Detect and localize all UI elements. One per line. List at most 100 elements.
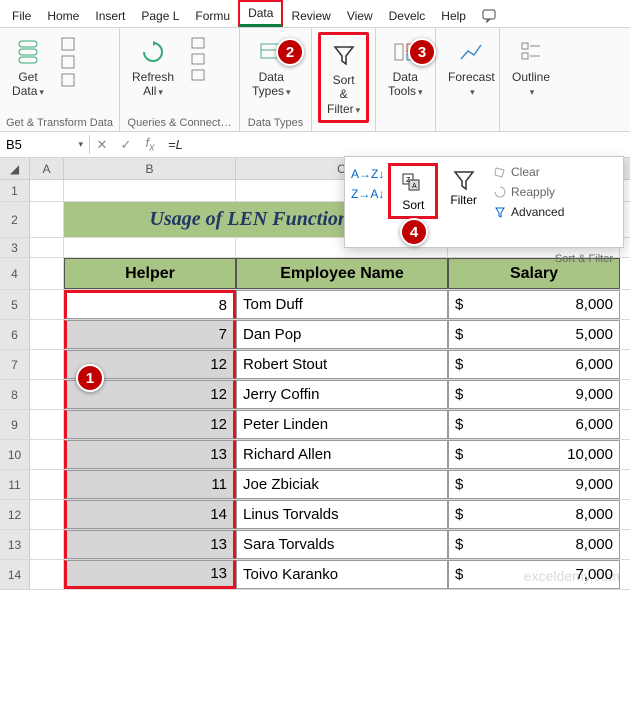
salary-cell[interactable]: $8,000 bbox=[448, 290, 620, 319]
name-cell[interactable]: Jerry Coffin bbox=[236, 380, 448, 409]
rowhead[interactable]: 8 bbox=[0, 380, 30, 409]
tab-formulas[interactable]: Formu bbox=[187, 5, 238, 27]
refresh-all-label: RefreshAll▾ bbox=[132, 70, 174, 99]
popup-group-label: Sort & Filter bbox=[555, 253, 613, 265]
name-cell[interactable]: Linus Torvalds bbox=[236, 500, 448, 529]
sort-desc-icon[interactable]: Z→A↓ bbox=[351, 187, 384, 201]
sort-filter-dropdown: A→Z↓ Z→A↓ ZA Sort Filter Clear Reapply A… bbox=[344, 156, 624, 248]
forecast-button[interactable]: Forecast▾ bbox=[442, 32, 501, 103]
helper-cell[interactable]: 13 bbox=[64, 440, 236, 469]
sort-button[interactable]: ZA Sort bbox=[388, 163, 438, 219]
salary-cell[interactable]: $8,000 bbox=[448, 530, 620, 559]
helper-cell[interactable]: 13 bbox=[64, 560, 236, 589]
helper-cell[interactable]: 12 bbox=[64, 410, 236, 439]
outline-label: Outline▾ bbox=[512, 70, 550, 99]
sort-filter-label: Sort &Filter▾ bbox=[327, 73, 360, 116]
annotation-3: 3 bbox=[408, 38, 436, 66]
comments-icon[interactable] bbox=[474, 5, 506, 27]
get-data-label: GetData▾ bbox=[12, 70, 44, 99]
rowhead[interactable]: 3 bbox=[0, 238, 30, 257]
rowhead[interactable]: 13 bbox=[0, 530, 30, 559]
helper-cell[interactable]: 13 bbox=[64, 530, 236, 559]
get-data-icon bbox=[12, 36, 44, 68]
funnel-icon bbox=[328, 39, 360, 71]
colhead-b[interactable]: B bbox=[64, 158, 236, 179]
annotation-1: 1 bbox=[76, 364, 104, 392]
name-cell[interactable]: Robert Stout bbox=[236, 350, 448, 379]
tab-file[interactable]: File bbox=[4, 5, 39, 27]
reapply-button[interactable]: Reapply bbox=[489, 183, 568, 201]
queries-extras[interactable] bbox=[184, 32, 214, 86]
helper-cell[interactable]: 7 bbox=[64, 320, 236, 349]
tab-data[interactable]: Data bbox=[238, 0, 283, 27]
name-cell[interactable]: Dan Pop bbox=[236, 320, 448, 349]
helper-cell[interactable]: 8 bbox=[64, 290, 236, 319]
ribbon-tabs: File Home Insert Page L Formu Data Revie… bbox=[0, 0, 630, 28]
tab-page-layout[interactable]: Page L bbox=[133, 5, 187, 27]
get-data-extras[interactable] bbox=[54, 32, 84, 92]
rowhead[interactable]: 12 bbox=[0, 500, 30, 529]
tab-view[interactable]: View bbox=[339, 5, 381, 27]
tab-insert[interactable]: Insert bbox=[87, 5, 133, 27]
name-cell[interactable]: Richard Allen bbox=[236, 440, 448, 469]
group-label-queries: Queries & Connect… bbox=[126, 117, 233, 129]
forecast-icon bbox=[455, 36, 487, 68]
formula-bar-row: B5▾ ✕ ✓ fx =L bbox=[0, 132, 630, 158]
refresh-icon bbox=[137, 36, 169, 68]
rowhead[interactable]: 6 bbox=[0, 320, 30, 349]
group-label-get-transform: Get & Transform Data bbox=[6, 117, 113, 129]
helper-cell[interactable]: 14 bbox=[64, 500, 236, 529]
rowhead[interactable]: 7 bbox=[0, 350, 30, 379]
name-cell[interactable]: Joe Zbiciak bbox=[236, 470, 448, 499]
svg-text:Z: Z bbox=[406, 177, 411, 184]
sort-filter-button[interactable]: Sort &Filter▾ bbox=[318, 32, 369, 123]
salary-cell[interactable]: $9,000 bbox=[448, 380, 620, 409]
fx-icon[interactable]: fx bbox=[138, 135, 162, 154]
name-cell[interactable]: Tom Duff bbox=[236, 290, 448, 319]
name-cell[interactable]: Toivo Karanko bbox=[236, 560, 448, 589]
tab-home[interactable]: Home bbox=[39, 5, 87, 27]
data-tools-label: DataTools▾ bbox=[388, 70, 423, 99]
outline-button[interactable]: Outline▾ bbox=[506, 32, 556, 103]
ribbon: GetData▾ Get & Transform Data RefreshAll… bbox=[0, 28, 630, 132]
select-all[interactable]: ◢ bbox=[0, 158, 30, 179]
rowhead[interactable]: 9 bbox=[0, 410, 30, 439]
name-cell[interactable]: Sara Torvalds bbox=[236, 530, 448, 559]
salary-cell[interactable]: $9,000 bbox=[448, 470, 620, 499]
cancel-formula-icon[interactable]: ✕ bbox=[90, 137, 114, 153]
rowhead[interactable]: 5 bbox=[0, 290, 30, 319]
helper-cell[interactable]: 11 bbox=[64, 470, 236, 499]
svg-text:A: A bbox=[412, 183, 417, 190]
advanced-button[interactable]: Advanced bbox=[489, 203, 568, 221]
get-data-button[interactable]: GetData▾ bbox=[6, 32, 50, 103]
tab-review[interactable]: Review bbox=[283, 5, 338, 27]
tab-help[interactable]: Help bbox=[433, 5, 474, 27]
refresh-all-button[interactable]: RefreshAll▾ bbox=[126, 32, 180, 103]
salary-cell[interactable]: $6,000 bbox=[448, 350, 620, 379]
colhead-a[interactable]: A bbox=[30, 158, 64, 179]
filter-button[interactable]: Filter bbox=[442, 163, 485, 211]
forecast-label: Forecast▾ bbox=[448, 70, 495, 99]
th-name[interactable]: Employee Name bbox=[236, 258, 448, 289]
sort-asc-icon[interactable]: A→Z↓ bbox=[351, 167, 384, 181]
rowhead[interactable]: 4 bbox=[0, 258, 30, 289]
group-label-datatypes: Data Types bbox=[246, 117, 305, 129]
th-helper[interactable]: Helper bbox=[64, 258, 236, 289]
salary-cell[interactable]: $6,000 bbox=[448, 410, 620, 439]
formula-bar[interactable]: =L bbox=[162, 135, 630, 154]
name-cell[interactable]: Peter Linden bbox=[236, 410, 448, 439]
data-types-label: DataTypes▾ bbox=[252, 70, 291, 99]
annotation-4: 4 bbox=[400, 218, 428, 246]
rowhead[interactable]: 11 bbox=[0, 470, 30, 499]
salary-cell[interactable]: $10,000 bbox=[448, 440, 620, 469]
name-box[interactable]: B5▾ bbox=[0, 135, 90, 154]
rowhead[interactable]: 2 bbox=[0, 202, 30, 237]
salary-cell[interactable]: $8,000 bbox=[448, 500, 620, 529]
enter-formula-icon[interactable]: ✓ bbox=[114, 137, 138, 153]
rowhead[interactable]: 10 bbox=[0, 440, 30, 469]
tab-developer[interactable]: Develc bbox=[381, 5, 434, 27]
salary-cell[interactable]: $5,000 bbox=[448, 320, 620, 349]
clear-button[interactable]: Clear bbox=[489, 163, 568, 181]
rowhead[interactable]: 14 bbox=[0, 560, 30, 589]
rowhead[interactable]: 1 bbox=[0, 180, 30, 201]
